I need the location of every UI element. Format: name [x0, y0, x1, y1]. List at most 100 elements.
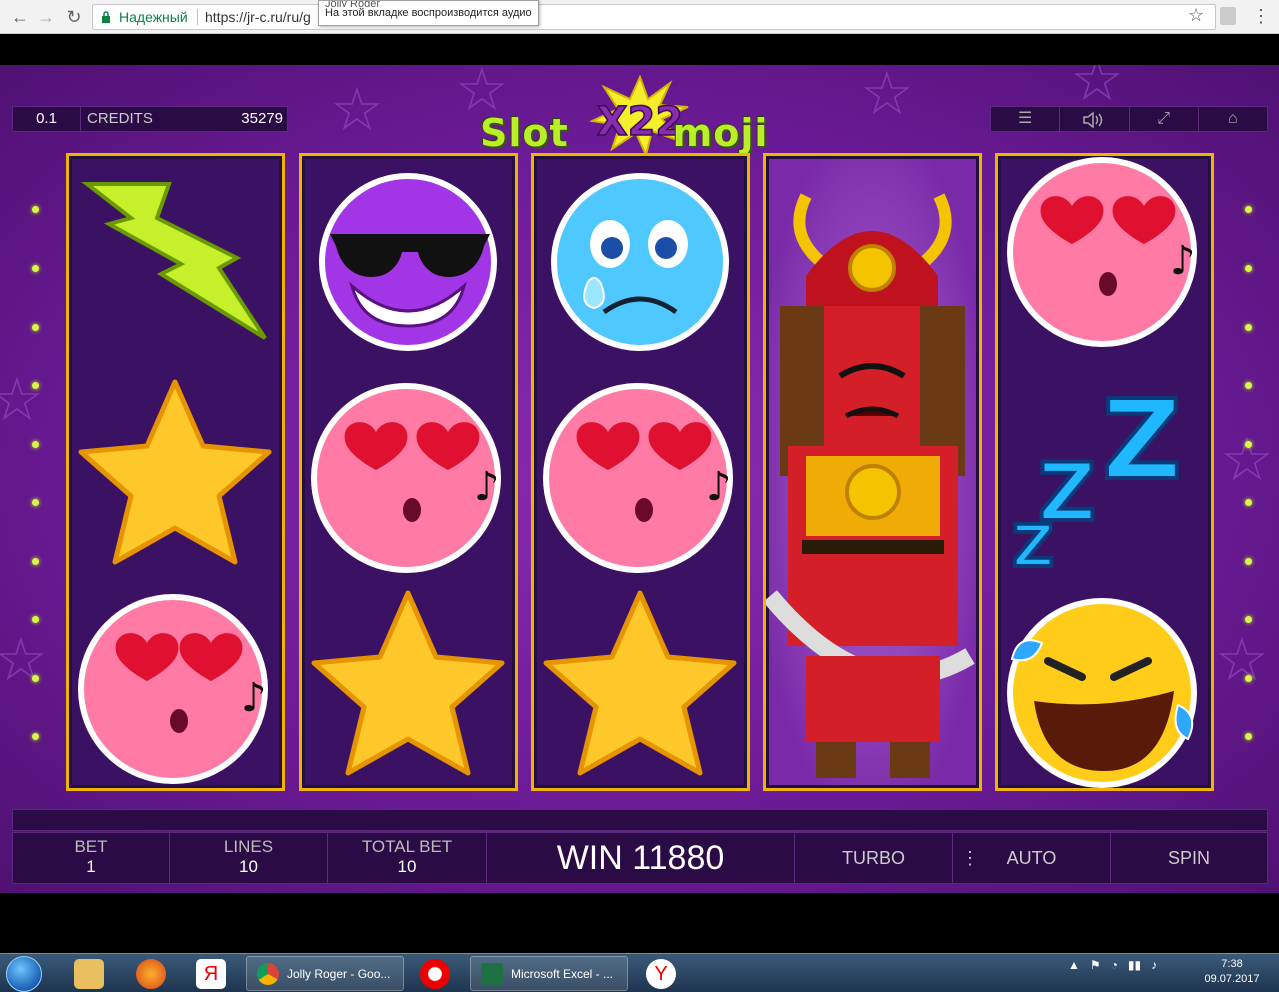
background-star-icon: ☆: [1215, 626, 1269, 693]
lock-icon: [102, 11, 110, 23]
reel-2: ♪: [299, 153, 518, 791]
svg-text:Z: Z: [1012, 512, 1054, 580]
svg-text:♪: ♪: [706, 464, 732, 510]
game-toolbar: ☰ ⤢ ⌂: [990, 106, 1268, 132]
windows-taskbar: Я Jolly Roger - Goo... Microsoft Excel -…: [0, 953, 1279, 992]
denomination[interactable]: 0.1: [13, 107, 81, 131]
secure-label: Надежный: [119, 9, 188, 25]
credits-value: 35279: [241, 110, 283, 127]
lines-label: LINES: [223, 837, 274, 856]
background-star-icon: ☆: [330, 76, 384, 143]
payline-indicator: [32, 616, 39, 623]
payline-indicator: [1245, 441, 1252, 448]
background-star-icon: ☆: [0, 626, 48, 693]
star-symbol-icon: [543, 590, 737, 776]
lines-value: 10: [239, 857, 258, 876]
svg-text:Z: Z: [1102, 376, 1182, 504]
extension-icon[interactable]: [1220, 7, 1236, 25]
payline-indicator: [32, 265, 39, 272]
payline-indicator: [1245, 499, 1252, 506]
win-display: WIN 11880: [487, 833, 795, 883]
control-panel: BET 1 LINES 10 TOTAL BET 10 WIN 11880 TU…: [12, 832, 1268, 884]
laugh-emoji-icon: [1007, 598, 1197, 788]
svg-text:♪: ♪: [241, 675, 267, 721]
sad-emoji-icon: [551, 173, 729, 351]
background-star-icon: ☆: [860, 65, 914, 127]
address-bar[interactable]: Надежный https://jr-c.ru/ru/g: [92, 4, 1216, 30]
game-logo: X22 Slot moji: [480, 75, 790, 155]
auto-button[interactable]: ⋮ AUTO: [953, 833, 1111, 883]
turbo-button[interactable]: TURBO: [795, 833, 953, 883]
sound-icon[interactable]: [1060, 107, 1130, 131]
slot-game: ☆ ☆ ☆ ☆ ☆ ☆ ☆ ☆ 0.1 CREDITS 35279 X22 Sl…: [0, 65, 1279, 893]
samurai-icon: [766, 193, 975, 778]
payline-indicator: [32, 441, 39, 448]
menu-icon[interactable]: ⋮: [1252, 4, 1270, 28]
love-emoji-icon: ♪: [78, 594, 268, 784]
reel-1: ♪: [66, 153, 285, 791]
reel-4: [763, 153, 982, 791]
opera-icon[interactable]: [420, 959, 450, 989]
excel-icon: [481, 963, 503, 985]
system-tray[interactable]: ▲ ⚑ ◔ ▮▮ ♪: [1068, 958, 1157, 972]
bookmark-star-icon[interactable]: ☆: [1188, 5, 1204, 26]
love-emoji-icon: ♪: [543, 383, 733, 573]
payline-indicator: [32, 324, 39, 331]
separator: [197, 9, 198, 25]
svg-text:♪: ♪: [1170, 238, 1196, 284]
payline-indicator: [1245, 733, 1252, 740]
taskbar-chrome-window[interactable]: Jolly Roger - Goo...: [246, 956, 404, 991]
start-button-icon[interactable]: [6, 956, 42, 992]
auto-menu-icon[interactable]: ⋮: [961, 833, 979, 883]
logo-text: Slot moji: [480, 111, 769, 155]
chrome-task-label: Jolly Roger - Goo...: [287, 967, 391, 981]
svg-text:♪: ♪: [474, 464, 500, 510]
forward-icon[interactable]: →: [34, 5, 58, 29]
reel-3: ♪: [531, 153, 750, 791]
system-clock[interactable]: 7:38 09.07.2017: [1194, 957, 1270, 987]
taskbar-excel-window[interactable]: Microsoft Excel - ...: [470, 956, 628, 991]
excel-task-label: Microsoft Excel - ...: [511, 967, 614, 981]
payline-indicator: [1245, 382, 1252, 389]
payline-indicator: [1245, 558, 1252, 565]
payline-indicator: [32, 675, 39, 682]
reel-5: ♪ Z Z Z: [995, 153, 1214, 791]
total-bet-value: 10: [397, 857, 417, 876]
home-icon[interactable]: ⌂: [1199, 107, 1267, 131]
yandex-icon[interactable]: Y: [646, 959, 676, 989]
payline-indicator: [1245, 616, 1252, 623]
lightning-icon: [81, 182, 267, 340]
message-strip: [12, 809, 1268, 831]
tooltip-text: На этой вкладке воспроизводится аудио: [325, 7, 532, 19]
love-emoji-icon: ♪: [311, 383, 501, 573]
payline-indicator: [1245, 675, 1252, 682]
payline-indicator: [1245, 206, 1252, 213]
zzz-icon: Z Z Z: [1010, 374, 1184, 580]
bet-control[interactable]: BET 1: [13, 833, 170, 883]
menu-icon[interactable]: ☰: [991, 107, 1061, 131]
yandex-browser-icon[interactable]: Я: [196, 959, 226, 989]
total-bet-display: TOTAL BET 10: [328, 833, 487, 883]
spin-button[interactable]: SPIN: [1111, 833, 1267, 883]
back-icon[interactable]: ←: [8, 5, 32, 29]
background-star-icon: ☆: [0, 366, 44, 433]
explorer-icon[interactable]: [74, 959, 104, 989]
url-text[interactable]: https://jr-c.ru/ru/g: [205, 9, 311, 25]
lines-control[interactable]: LINES 10: [170, 833, 328, 883]
payline-indicator: [1245, 324, 1252, 331]
fullscreen-icon[interactable]: ⤢: [1130, 107, 1199, 131]
reload-icon[interactable]: ↻: [62, 5, 86, 29]
payline-indicator: [32, 733, 39, 740]
firefox-icon[interactable]: [136, 959, 166, 989]
credits-label: CREDITS: [87, 110, 153, 127]
clock-date: 09.07.2017: [1204, 973, 1260, 985]
tab-audio-tooltip: Jolly Roger На этой вкладке воспроизводи…: [318, 0, 539, 26]
payline-indicator: [1245, 265, 1252, 272]
payline-indicator: [32, 206, 39, 213]
payline-indicator: [32, 499, 39, 506]
chrome-icon: [257, 963, 279, 985]
total-bet-label: TOTAL BET: [361, 837, 453, 856]
auto-label: AUTO: [1006, 848, 1057, 868]
credits-display: 0.1 CREDITS 35279: [12, 106, 288, 132]
clock-time: 7:38: [1221, 958, 1243, 970]
